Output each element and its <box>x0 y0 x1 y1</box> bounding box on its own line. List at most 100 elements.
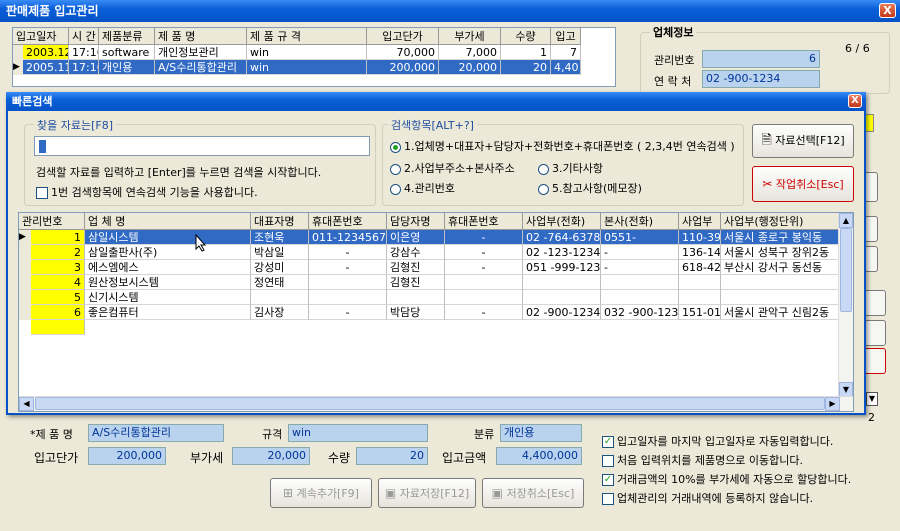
search-grid-cell[interactable]: 151-012 <box>679 305 721 320</box>
search-grid-cell[interactable]: - <box>601 260 679 275</box>
option-checkbox[interactable]: ✓ 거래금액의 10%를 부가세에 자동으로 할당합니다. <box>602 470 892 489</box>
main-table-header[interactable]: 제품분류 <box>99 28 155 45</box>
save-button[interactable]: ▣ 자료저장[F12] <box>378 478 476 508</box>
side-spinner[interactable]: ▼ <box>866 392 878 406</box>
search-grid-cell[interactable]: 강삼수 <box>387 245 445 260</box>
search-grid-cell[interactable]: 김형진 <box>387 275 445 290</box>
search-grid-cell[interactable]: 정연태 <box>251 275 309 290</box>
scroll-thumb[interactable] <box>840 228 852 312</box>
search-grid-cell[interactable] <box>445 290 523 305</box>
search-grid-cell[interactable]: 박담당 <box>387 305 445 320</box>
search-grid-cell[interactable]: 02 -900-1234 <box>523 305 601 320</box>
search-grid-cell[interactable]: 서울시 관악구 신림2동 <box>721 305 839 320</box>
main-table-header[interactable]: 제 품 규 격 <box>247 28 367 45</box>
search-grid-cell[interactable]: 원산정보시스템 <box>85 275 251 290</box>
search-grid-cell[interactable] <box>721 275 839 290</box>
search-grid-cell[interactable]: 110-390 <box>679 230 721 245</box>
main-table-header[interactable]: 부가세 <box>439 28 501 45</box>
search-grid-cell[interactable]: - <box>601 245 679 260</box>
right-button-edge-6[interactable] <box>864 348 886 374</box>
main-table-cell[interactable]: 7 <box>551 45 581 60</box>
scroll-right-button[interactable]: ▶ <box>825 397 840 411</box>
search-grid-cell[interactable] <box>679 290 721 305</box>
quick-search-titlebar[interactable]: 빠른검색 <box>6 92 866 111</box>
option-checkbox[interactable]: 업체관리의 거래내역에 등록하지 않습니다. <box>602 489 892 508</box>
search-grid-cell[interactable]: 011-1234567 <box>309 230 387 245</box>
main-titlebar[interactable]: 판매제품 입고관리 <box>0 0 900 22</box>
main-table-cell[interactable]: 20 <box>501 60 551 75</box>
search-grid-cell[interactable] <box>523 290 601 305</box>
search-grid-cell[interactable]: 5 <box>31 290 85 305</box>
search-grid-header[interactable]: 휴대폰번호 <box>309 213 387 230</box>
search-grid-cell[interactable]: 2 <box>31 245 85 260</box>
search-grid-cell[interactable]: - <box>445 230 523 245</box>
search-grid-cell[interactable]: 부산시 강서구 동선동 <box>721 260 839 275</box>
search-grid-header[interactable]: 대표자명 <box>251 213 309 230</box>
main-table-cell[interactable]: A/S수리통합관리 <box>155 60 247 75</box>
main-table-cell[interactable]: 개인용 <box>99 60 155 75</box>
continuous-search-checkbox[interactable]: 1번 검색항목에 연속검색 기능을 사용합니다. <box>36 184 258 200</box>
main-table-cell[interactable]: 개인정보관리 <box>155 45 247 60</box>
search-grid-header[interactable]: 사업부 <box>679 213 721 230</box>
qty-field[interactable]: 20 <box>356 447 428 465</box>
search-grid-cell[interactable]: 삼일출판사(주) <box>85 245 251 260</box>
cancel-save-button[interactable]: ▣ 저장취소[Esc] <box>482 478 584 508</box>
search-grid-cell[interactable] <box>387 290 445 305</box>
search-grid[interactable]: 관리번호 업 체 명 대표자명 휴대폰번호 담당자명 휴대폰번호 사업부(전화) 본사(전화)… <box>18 212 854 412</box>
main-table-cell[interactable]: win <box>247 60 367 75</box>
grid-horizontal-scrollbar[interactable]: ◀ ▶ <box>19 396 853 411</box>
scroll-up-button[interactable]: ▲ <box>839 213 853 228</box>
search-grid-cell[interactable]: - <box>309 260 387 275</box>
product-field[interactable]: A/S수리통합관리 <box>88 424 224 442</box>
category-field[interactable]: 개인용 <box>500 424 582 442</box>
right-button-edge-4[interactable] <box>864 290 886 316</box>
hscroll-thumb[interactable] <box>35 397 825 410</box>
main-table-cell[interactable]: 2005.11.21 <box>23 60 69 75</box>
main-table-header[interactable]: 입고단가 <box>367 28 439 45</box>
search-grid-cell[interactable]: 서울시 종로구 봉익동 <box>721 230 839 245</box>
search-grid-cell[interactable]: 618-420 <box>679 260 721 275</box>
unit-price-field[interactable]: 200,000 <box>88 447 166 465</box>
search-grid-cell[interactable]: 이은영 <box>387 230 445 245</box>
right-button-edge-5[interactable] <box>864 320 886 346</box>
search-grid-cell[interactable]: 032 -900-1234 <box>601 305 679 320</box>
search-grid-cell[interactable]: 0551- <box>601 230 679 245</box>
main-table-cell[interactable]: 1 <box>501 45 551 60</box>
search-grid-header[interactable]: 휴대폰번호 <box>445 213 523 230</box>
main-table-cell[interactable]: 70,000 <box>367 45 439 60</box>
search-grid-header[interactable]: 담당자명 <box>387 213 445 230</box>
search-grid-cell[interactable]: 김형진 <box>387 260 445 275</box>
search-grid-cell[interactable]: 3 <box>31 260 85 275</box>
search-grid-header[interactable]: 관리번호 <box>19 213 85 230</box>
search-grid-cell[interactable]: 051 -999-1234 <box>523 260 601 275</box>
main-table-header[interactable]: 입고일자 <box>13 28 69 45</box>
search-grid-cell[interactable]: 136-142 <box>679 245 721 260</box>
scroll-left-button[interactable]: ◀ <box>19 397 34 411</box>
main-close-button[interactable]: X <box>879 3 896 18</box>
main-table-cell[interactable]: win <box>247 45 367 60</box>
search-grid-cell[interactable] <box>679 275 721 290</box>
main-table-cell[interactable]: 20,000 <box>439 60 501 75</box>
right-button-edge-3[interactable] <box>864 246 878 272</box>
main-table-cell[interactable]: software <box>99 45 155 60</box>
main-table-header[interactable]: 입고 <box>551 28 581 45</box>
search-grid-cell[interactable]: 02 -123-1234 <box>523 245 601 260</box>
search-grid-cell[interactable]: 신기시스템 <box>85 290 251 305</box>
criteria-radio[interactable]: 4.관리번호 <box>390 180 455 196</box>
search-grid-cell[interactable]: - <box>445 305 523 320</box>
contact-field[interactable]: 02 -900-1234 <box>702 70 820 88</box>
search-grid-cell[interactable]: - <box>309 305 387 320</box>
search-input-box[interactable] <box>34 136 370 156</box>
cancel-work-button[interactable]: ✂ 작업취소[Esc] <box>752 166 854 202</box>
criteria-radio[interactable]: 5.참고사항(메모장) <box>538 180 642 196</box>
criteria-radio[interactable]: 2.사업부주소+본사주소 <box>390 160 515 176</box>
search-grid-cell[interactable] <box>601 290 679 305</box>
search-grid-cell[interactable]: 김사장 <box>251 305 309 320</box>
search-grid-header[interactable]: 업 체 명 <box>85 213 251 230</box>
search-grid-cell[interactable]: 박삼일 <box>251 245 309 260</box>
option-checkbox[interactable]: 처음 입력위치를 제품명으로 이동합니다. <box>602 451 892 470</box>
vat-field[interactable]: 20,000 <box>232 447 310 465</box>
search-grid-header[interactable]: 사업부(행정단위) <box>721 213 839 230</box>
main-table-cell[interactable]: 2003.12.24 <box>23 45 69 60</box>
main-table-cell[interactable]: 17:16 <box>69 45 99 60</box>
